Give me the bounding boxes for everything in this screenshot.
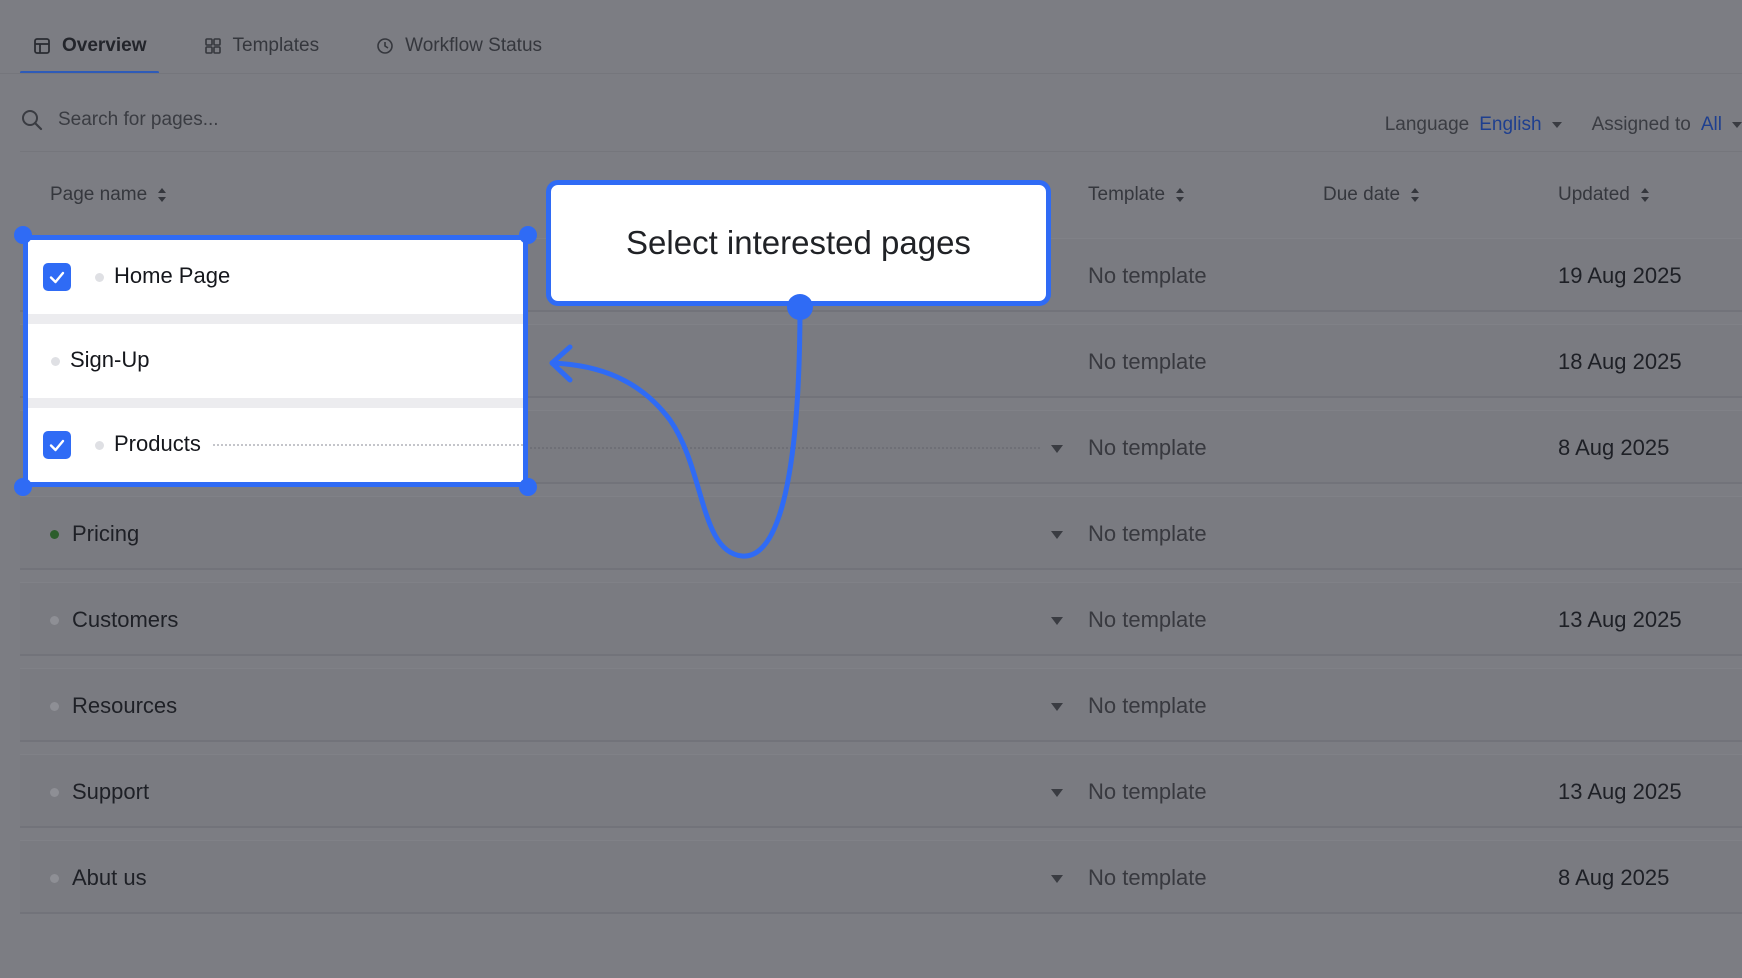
search-divider [20,151,1742,152]
resize-handle[interactable] [519,478,537,496]
updated-cell: 13 Aug 2025 [1558,779,1682,804]
table-row[interactable]: Pricing No template [20,496,1742,570]
selection-highlight: Home Page Sign-Up Products [23,235,528,487]
status-dot [51,357,60,366]
list-item[interactable]: Products [28,408,523,482]
status-dot [50,788,59,797]
search-icon [20,108,44,132]
callout-box: Select interested pages [546,180,1051,306]
column-page-name-label: Page name [50,184,148,205]
resize-handle[interactable] [14,478,32,496]
table-row[interactable]: Resources No template [20,668,1742,742]
table-row[interactable]: Customers No template 13 Aug 2025 [20,582,1742,656]
tab-overview-label: Overview [62,35,147,56]
template-cell: No template [1088,435,1207,460]
assigned-label: Assigned to [1591,114,1691,135]
status-dot [95,273,104,282]
tab-bar: Overview Templates Workflow Status [20,18,586,74]
tab-templates[interactable]: Templates [191,18,332,74]
status-dot [50,530,59,539]
tab-overview[interactable]: Overview [20,18,159,74]
window-icon [32,36,52,56]
template-cell: No template [1088,349,1207,374]
list-item[interactable]: Home Page [28,240,523,314]
row-leader-line [213,444,523,446]
language-select[interactable]: English [1479,114,1541,136]
row-divider [28,314,523,324]
row-divider [28,398,523,408]
callout-text: Select interested pages [626,224,971,261]
page-name-cell: Customers [72,607,179,632]
updated-cell: 13 Aug 2025 [1558,607,1682,632]
grid-icon [203,36,223,56]
clock-icon [375,36,395,56]
search-bar [20,108,458,132]
row-checkbox[interactable] [43,431,71,459]
checkmark-icon [49,439,65,452]
filters: Language English Assigned to All [1385,114,1742,136]
column-updated-label: Updated [1558,184,1630,205]
list-item[interactable]: Sign-Up [28,324,523,398]
column-updated[interactable]: Updated [1558,184,1650,206]
assigned-select[interactable]: All [1701,114,1722,136]
language-chevron-down-icon[interactable] [1551,122,1562,128]
row-chevron-down-icon[interactable] [1051,617,1063,625]
row-chevron-down-icon[interactable] [1051,875,1063,883]
column-template-label: Template [1088,184,1166,205]
template-cell: No template [1088,779,1207,804]
page-name-cell: Resources [72,693,178,718]
column-page-name[interactable]: Page name [50,184,167,206]
status-dot [50,702,59,711]
updated-cell: 8 Aug 2025 [1558,865,1670,890]
row-checkbox[interactable] [43,263,71,291]
row-chevron-down-icon[interactable] [1051,531,1063,539]
column-due-date[interactable]: Due date [1323,184,1420,206]
resize-handle[interactable] [519,226,537,244]
status-dot [95,441,104,450]
column-template[interactable]: Template [1088,184,1185,206]
page-name-cell: Home Page [114,263,231,288]
page-name-cell: Pricing [72,521,140,546]
template-cell: No template [1088,607,1207,632]
table-row[interactable]: Support No template 13 Aug 2025 [20,754,1742,828]
tab-workflow-status-label: Workflow Status [405,35,543,56]
sort-icon [1411,188,1420,202]
checkmark-icon [49,271,65,284]
callout-arrow [549,302,803,559]
page-name-cell: Sign-Up [70,347,150,372]
page-name-cell: Support [72,779,150,804]
template-cell: No template [1088,521,1207,546]
tab-workflow-status[interactable]: Workflow Status [363,18,554,74]
template-cell: No template [1088,693,1207,718]
updated-cell: 18 Aug 2025 [1558,349,1682,374]
column-due-date-label: Due date [1323,184,1401,205]
tabs-divider [0,73,1742,74]
table-row[interactable]: Abut us No template 8 Aug 2025 [20,840,1742,914]
resize-handle[interactable] [14,226,32,244]
page-name-cell: Abut us [72,865,147,890]
status-dot [50,874,59,883]
updated-cell: 8 Aug 2025 [1558,435,1670,460]
sort-icon [1176,188,1185,202]
sort-icon [1640,188,1649,202]
assigned-chevron-down-icon[interactable] [1732,122,1742,128]
status-dot [50,616,59,625]
search-input[interactable] [58,109,458,131]
sort-icon [158,188,167,202]
template-cell: No template [1088,263,1207,288]
template-cell: No template [1088,865,1207,890]
tab-templates-label: Templates [232,35,320,56]
language-label: Language [1384,114,1470,135]
callout-anchor [787,294,813,320]
row-chevron-down-icon[interactable] [1051,703,1063,711]
row-chevron-down-icon[interactable] [1051,789,1063,797]
updated-cell: 19 Aug 2025 [1558,263,1682,288]
row-chevron-down-icon[interactable] [1051,445,1063,453]
page-name-cell: Products [114,431,201,456]
